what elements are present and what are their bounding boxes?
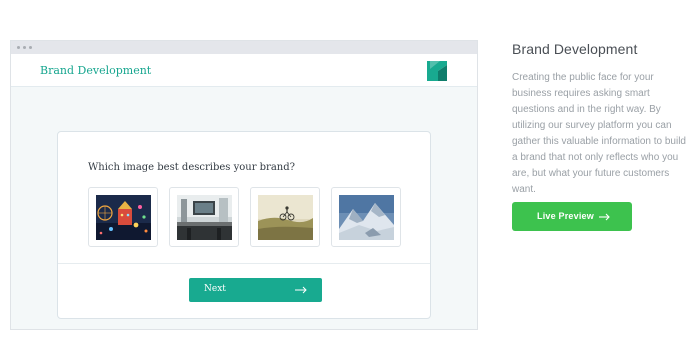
live-preview-label: Live Preview (537, 211, 594, 221)
app-header: Brand Development (11, 54, 477, 87)
brand-logo-icon (427, 61, 447, 81)
section-description: Creating the public face for your busine… (512, 72, 686, 195)
browser-chrome-bar (11, 41, 477, 54)
window-dot (23, 46, 26, 49)
app-title: Brand Development (40, 64, 152, 77)
window-dot (29, 46, 32, 49)
arrow-right-icon (599, 213, 610, 221)
survey-card: Which image best describes your brand? N… (57, 131, 431, 319)
browser-window: Brand Development Which image best descr… (10, 40, 478, 330)
image-choice-mountain[interactable] (331, 187, 401, 247)
snowy-mountain-image (339, 195, 394, 240)
image-choice-cyclist[interactable] (250, 187, 320, 247)
image-choice-workspace[interactable] (169, 187, 239, 247)
card-divider (58, 263, 430, 264)
arrow-right-icon (295, 286, 307, 294)
section-title: Brand Development (512, 41, 638, 57)
cyclist-field-image (258, 195, 313, 240)
window-dot (17, 46, 20, 49)
live-preview-button[interactable]: Live Preview (512, 202, 632, 231)
survey-question: Which image best describes your brand? (88, 162, 296, 173)
next-button-label: Next (204, 284, 226, 294)
carnival-night-image (96, 195, 151, 240)
workspace-desk-image (177, 195, 232, 240)
next-button[interactable]: Next (189, 278, 322, 302)
image-choice-carnival[interactable] (88, 187, 158, 247)
